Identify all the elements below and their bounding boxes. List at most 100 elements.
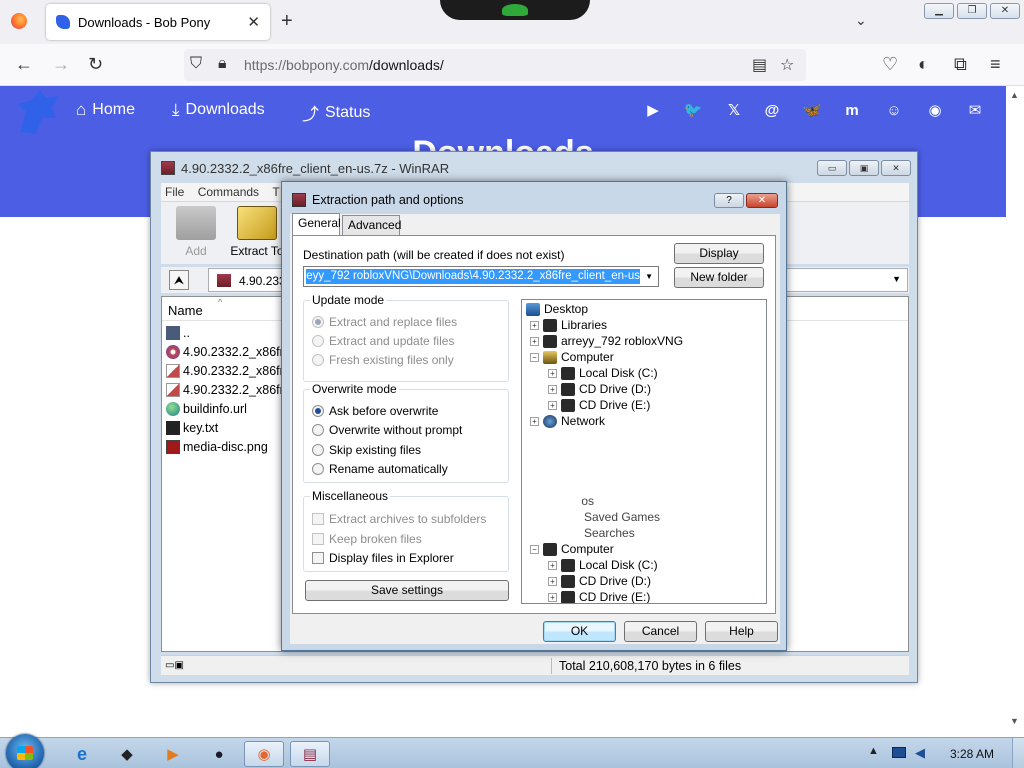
media-player-icon[interactable]: ▶ [153,741,193,767]
tree-node-computer[interactable]: − Computer [530,350,614,364]
menu-commands[interactable]: Commands [198,185,259,199]
x-icon[interactable]: 𝕏 [724,101,744,121]
account-icon[interactable]: ◐ [918,54,929,74]
ok-button[interactable]: OK [543,621,616,642]
path-dropdown-icon[interactable]: ▼ [892,274,901,284]
tree-node-computer-repeat[interactable]: − Computer [530,542,614,556]
up-folder-icon[interactable]: ⮝ [169,270,189,290]
tab-general[interactable]: General [292,213,341,235]
github-icon[interactable]: ◉ [925,101,945,121]
tray-overflow-icon[interactable]: ▲ [868,745,879,757]
overwrite-without-prompt-radio[interactable]: Overwrite without prompt [312,423,462,437]
collapse-icon[interactable]: − [530,544,539,554]
expand-icon[interactable]: + [548,576,557,586]
rename-automatically-radio[interactable]: Rename automatically [312,462,448,476]
column-name[interactable]: Name [168,303,203,318]
reload-icon[interactable]: ↻ [88,54,103,74]
tree-node-libraries[interactable]: + Libraries [530,318,607,332]
winrar-close-button[interactable]: ✕ [881,160,911,176]
tree-node-searches[interactable]: Searches [584,526,635,540]
expand-icon[interactable]: + [530,416,539,426]
reader-view-icon[interactable]: ▤ [752,55,767,75]
tree-node-cd-drive-d-repeat[interactable]: + CD Drive (D:) [548,574,651,588]
menu-tools[interactable]: T [272,185,279,199]
tree-node-ghost[interactable]: os [548,494,594,508]
bookmark-star-icon[interactable]: ☆ [780,55,794,75]
nav-home[interactable]: ⌂ Home [76,100,135,120]
close-window-button[interactable]: ✕ [990,3,1020,19]
bobpony-logo[interactable] [12,88,62,138]
volume-tray-icon[interactable]: ◀︎ [915,745,925,761]
nav-status[interactable]: ⤴ Status [302,100,370,125]
start-button[interactable] [6,734,44,768]
restore-button[interactable]: ❐ [957,3,987,19]
add-button[interactable]: Add [167,206,225,258]
destination-path-value[interactable]: s\arreyy_792 robloxVNG\Downloads\4.90.23… [306,269,640,284]
bluesky-icon[interactable]: 🦋 [802,101,822,121]
help-button[interactable]: Help [705,621,778,642]
tree-node-cd-drive-e-repeat[interactable]: + CD Drive (E:) [548,590,650,603]
tree-node-user[interactable]: + arreyy_792 robloxVNG [530,334,683,348]
page-scrollbar[interactable]: ▲ ▼ [1006,86,1024,736]
tree-node-cd-drive-e[interactable]: + CD Drive (E:) [548,398,650,412]
save-settings-button[interactable]: Save settings [305,580,509,601]
internet-explorer-icon[interactable]: e [62,741,102,767]
firefox-menu-icon[interactable] [11,13,27,29]
close-tab-icon[interactable]: ✕ [247,13,260,31]
tab-downloads[interactable]: Downloads - Bob Pony ✕ [46,4,270,40]
clock[interactable]: 3:28 AM [950,747,994,761]
expand-icon[interactable]: + [548,368,557,378]
folder-tree[interactable]: Desktop + Libraries + arreyy_792 robloxVNG… [521,299,767,604]
tree-node-desktop[interactable]: Desktop [526,302,588,316]
display-button[interactable]: Display [674,243,764,264]
ask-before-overwrite-radio[interactable]: Ask before overwrite [312,404,438,418]
display-in-explorer-checkbox[interactable]: Display files in Explorer [312,551,454,565]
dropdown-arrow-icon[interactable]: ▼ [645,272,653,281]
extract-update-radio[interactable]: Extract and update files [312,334,454,348]
extract-to-subfolders-checkbox[interactable]: Extract archives to subfolders [312,512,486,526]
scroll-down-icon[interactable]: ▼ [1010,716,1019,726]
new-folder-button[interactable]: New folder [674,267,764,288]
file-row[interactable]: 4.90.2332.2_x86fr... [166,342,284,361]
file-row[interactable]: 4.90.2332.2_x86fr... [166,380,284,399]
extract-replace-radio[interactable]: Extract and replace files [312,315,457,329]
tree-node-cd-drive-d[interactable]: + CD Drive (D:) [548,382,651,396]
firefox-taskbar-icon[interactable]: ◉ [244,741,284,767]
scroll-up-icon[interactable]: ▲ [1010,90,1019,100]
extensions-icon[interactable]: ⧉ [954,54,967,74]
mastodon-icon[interactable]: m [842,101,862,121]
back-icon[interactable]: ← [15,54,33,74]
file-row[interactable]: .. [166,323,284,342]
cancel-button[interactable]: Cancel [624,621,697,642]
tree-node-local-disk-c-repeat[interactable]: + Local Disk (C:) [548,558,658,572]
skip-existing-radio[interactable]: Skip existing files [312,443,421,457]
expand-icon[interactable]: + [530,336,539,346]
nav-downloads[interactable]: ⤓ Downloads [172,100,265,120]
expand-icon[interactable]: + [548,400,557,410]
extract-to-button[interactable]: Extract To [225,206,289,258]
url-text[interactable]: https://bobpony.com/downloads/ [244,57,444,73]
discord-icon[interactable]: ☺ [884,101,904,121]
threads-icon[interactable]: @ [762,101,782,121]
file-row[interactable]: 4.90.2332.2_x86fr... [166,361,284,380]
network-tray-icon[interactable] [892,747,906,758]
fresh-existing-radio[interactable]: Fresh existing files only [312,353,454,367]
expand-icon[interactable]: + [530,320,539,330]
drive-status-icon[interactable]: ▭▣ [165,660,184,671]
roblox-icon[interactable]: ◆ [107,741,147,767]
youtube-icon[interactable]: ▶ [643,101,663,121]
help-icon[interactable]: ? [714,193,744,208]
expand-icon[interactable]: + [548,560,557,570]
keep-broken-files-checkbox[interactable]: Keep broken files [312,532,422,546]
winrar-taskbar-icon[interactable]: ▤ [290,741,330,767]
forward-icon[interactable]: → [52,54,70,74]
winrar-minimize-button[interactable]: ▭ [817,160,847,176]
minimize-button[interactable]: ▁ [924,3,954,19]
file-row[interactable]: key.txt [166,418,284,437]
twitter-icon[interactable]: 🐦 [683,101,703,121]
file-row[interactable]: buildinfo.url [166,399,284,418]
tree-node-network[interactable]: + Network [530,414,605,428]
obs-icon[interactable]: ● [199,741,239,767]
hamburger-menu-icon[interactable]: ≡ [990,54,1001,74]
url-bar[interactable]: ⛉ 🔒︎ https://bobpony.com/downloads/ ▤ ☆ [184,49,806,81]
